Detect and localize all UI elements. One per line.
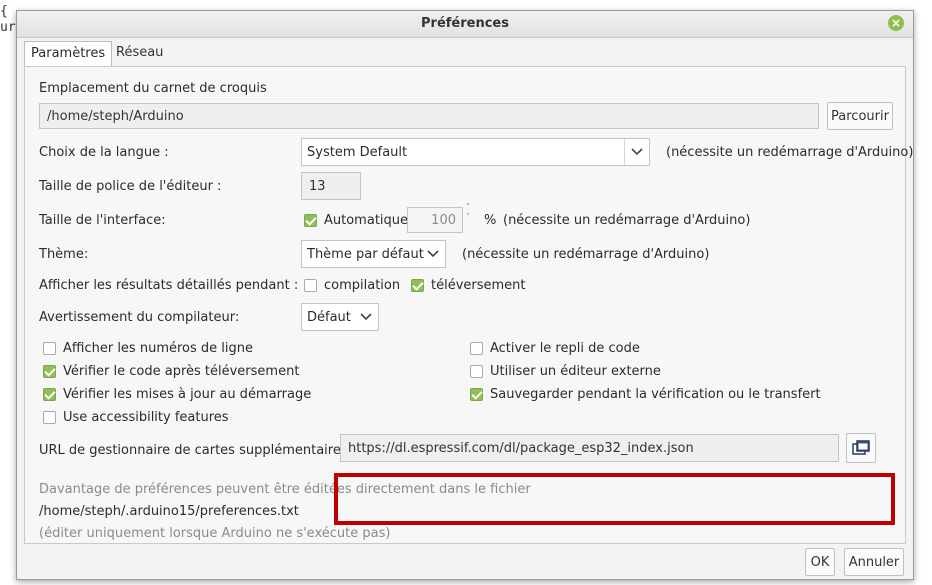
background-text: { (0, 4, 8, 19)
scale-unit: % (484, 213, 497, 228)
code-folding-checkbox[interactable] (470, 342, 483, 355)
cancel-button[interactable]: Annuler (844, 548, 904, 576)
save-on-verify-label: Sauvegarder pendant la vérification ou l… (490, 387, 821, 402)
check-updates-checkbox[interactable] (43, 388, 56, 401)
external-editor-label: Utiliser un éditeur externe (490, 364, 661, 379)
settings-panel: Emplacement du carnet de croquis /home/s… (24, 66, 913, 544)
language-select[interactable]: System Default (301, 138, 650, 166)
ok-button[interactable]: OK (805, 548, 835, 576)
theme-label: Thème: (39, 247, 89, 262)
line-numbers-checkbox[interactable] (43, 342, 56, 355)
tab-reseau[interactable]: Réseau (110, 41, 169, 66)
preferences-dialog: Préférences × Paramètres Réseau Emplacem… (16, 10, 914, 580)
chevron-down-icon (624, 139, 649, 165)
chevron-down-icon (354, 304, 378, 330)
browse-button[interactable]: Parcourir (827, 102, 893, 130)
verbose-upload-checkbox[interactable] (411, 279, 424, 292)
warnings-label: Avertissement du compilateur: (39, 310, 240, 325)
boards-url-label: URL de gestionnaire de cartes supplément… (39, 443, 348, 458)
tab-parametres[interactable]: Paramètres (24, 41, 113, 67)
verify-after-upload-checkbox[interactable] (43, 365, 56, 378)
close-icon[interactable]: × (888, 15, 904, 31)
edit-urls-button[interactable] (846, 433, 876, 463)
interface-scale-label: Taille de l'interface: (39, 213, 166, 228)
window-stack-icon (852, 440, 870, 455)
edit-note: (éditer uniquement lorsque Arduino ne s'… (39, 526, 391, 541)
save-on-verify-checkbox[interactable] (470, 388, 483, 401)
language-label: Choix de la langue : (39, 145, 169, 160)
sketchbook-label: Emplacement du carnet de croquis (39, 81, 267, 96)
spinner-arrows-icon[interactable]: ˄ ˅ (466, 203, 471, 223)
verbose-upload-label: téléversement (431, 278, 526, 293)
external-editor-checkbox[interactable] (470, 365, 483, 378)
annotation-highlight-box (334, 473, 895, 525)
chevron-down-icon (421, 241, 445, 267)
warnings-select[interactable]: Défaut (301, 303, 379, 331)
sketchbook-path-field[interactable]: /home/steph/Arduino (39, 103, 819, 129)
verbose-compile-label: compilation (324, 278, 401, 293)
code-folding-label: Activer le repli de code (490, 341, 640, 356)
verbose-compile-checkbox[interactable] (304, 279, 317, 292)
scale-input[interactable]: 100 (407, 207, 463, 233)
language-note: (nécessite un redémarrage d'Arduino) (666, 145, 914, 160)
font-size-input[interactable]: 13 (301, 172, 361, 200)
verify-after-upload-label: Vérifier le code après téléversement (63, 364, 300, 379)
prefs-path: /home/steph/.arduino15/preferences.txt (39, 504, 299, 519)
auto-scale-label: Automatique (324, 213, 409, 228)
scale-note: (nécessite un redémarrage d'Arduino) (503, 213, 751, 228)
boards-url-input[interactable]: https://dl.espressif.com/dl/package_esp3… (340, 434, 839, 462)
check-updates-label: Vérifier les mises à jour au démarrage (63, 387, 312, 402)
accessibility-label: Use accessibility features (63, 410, 229, 425)
verbose-label: Afficher les résultats détaillés pendant… (39, 278, 299, 293)
line-numbers-label: Afficher les numéros de ligne (63, 341, 253, 356)
background-text: ur (0, 20, 16, 35)
theme-select[interactable]: Thème par défaut (301, 240, 446, 268)
window-title: Préférences (421, 16, 509, 31)
theme-note: (nécessite un redémarrage d'Arduino) (462, 247, 710, 262)
auto-scale-checkbox[interactable] (304, 214, 317, 227)
font-size-label: Taille de police de l'éditeur : (39, 179, 222, 194)
accessibility-checkbox[interactable] (43, 411, 56, 424)
title-bar: Préférences × (17, 11, 913, 38)
